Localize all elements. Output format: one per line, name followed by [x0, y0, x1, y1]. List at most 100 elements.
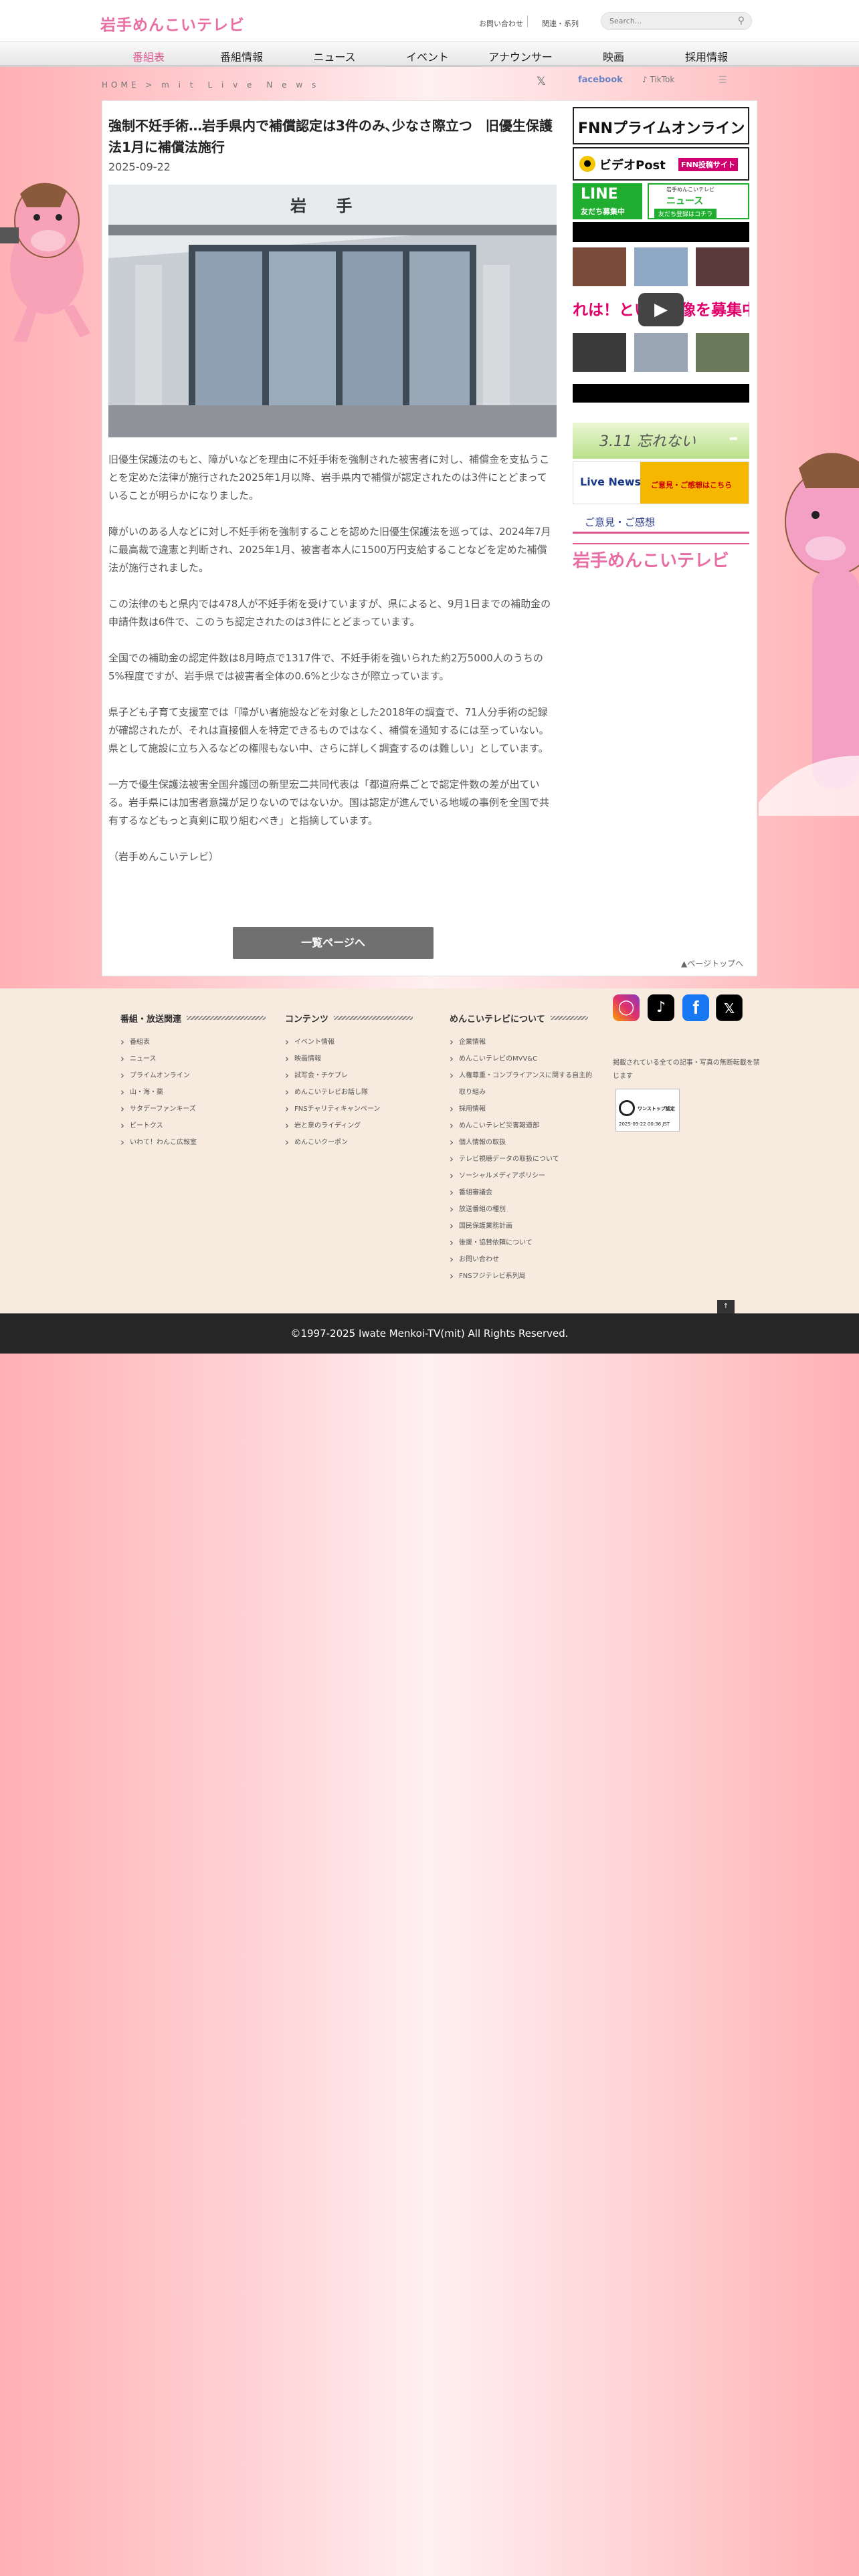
tiktok-icon[interactable]: ♪ — [648, 994, 674, 1021]
footer-link[interactable]: 採用情報 — [450, 1101, 594, 1117]
nav-item-news[interactable]: ニュース — [291, 48, 378, 64]
article-paragraph: 県子ども子育て支援室では「障がい者施設などを対象とした2018年の調査で、71人… — [108, 706, 549, 754]
video-post-banner[interactable]: ● ビデオPost FNN投稿サイト — [573, 147, 749, 181]
footer-column-title: コンテンツ — [285, 1010, 413, 1026]
horse-mascot-left — [0, 183, 90, 342]
footer-link[interactable]: いわて！わんこ広報室 — [120, 1134, 266, 1151]
line-sub: 友だち募集中 — [581, 207, 625, 216]
x-share-icon[interactable]: 𝕏 — [537, 75, 546, 88]
scroll-top-button[interactable]: ↑ — [717, 1300, 735, 1313]
article-title: 強制不妊手術…岩手県内で補償認定は3件のみ､少なさ際立つ 旧優生保護法1月に補償… — [108, 118, 553, 155]
live-news-banner[interactable]: Live News ご意見・ご感想はこちら — [573, 461, 749, 504]
fnn-banner[interactable]: FNNプライムオンライン — [573, 107, 749, 144]
divider — [527, 15, 528, 27]
footer-link[interactable]: ソーシャルメディアポリシー — [450, 1168, 594, 1184]
nav-item-movies[interactable]: 映画 — [570, 48, 657, 64]
fnn-banner-text: FNNプライムオンライン — [578, 120, 745, 137]
footer-column-contents: コンテンツ イベント情報 映画情報 試写会・チケプレ めんこいテレビお話し隊 F… — [285, 1010, 413, 1151]
footer-link[interactable]: めんこいテレビ災害報道部 — [450, 1117, 594, 1134]
footer-link[interactable]: ビートクス — [120, 1117, 266, 1134]
footer-link[interactable]: ニュース — [120, 1051, 266, 1067]
article-paragraph: 全国での補助金の認定件数は8月時点で1317件で、不妊手術を強いられた約2万50… — [108, 652, 543, 682]
footer-link[interactable]: 番組審議会 — [450, 1184, 594, 1201]
article-paragraph: 旧優生保護法のもと、障がいなどを理由に不妊手術を強制された被害者に対し、補償金を… — [108, 453, 550, 502]
sidebar-logo[interactable]: 岩手めんこいテレビ — [573, 543, 749, 568]
contact-link[interactable]: お問い合わせ — [479, 18, 523, 29]
footer-link[interactable]: プライムオンライン — [120, 1067, 266, 1084]
black-banner[interactable] — [573, 222, 749, 242]
facebook-share-link[interactable]: facebook — [578, 75, 623, 85]
footer-link[interactable]: 映画情報 — [285, 1051, 413, 1067]
line-news-caption: 岩手めんこいテレビ — [666, 187, 714, 193]
article-photo: 岩 手 — [108, 185, 557, 437]
black-banner-2[interactable] — [573, 384, 749, 403]
bookmark-icon[interactable]: ☰ — [719, 75, 727, 86]
footer-link[interactable]: めんこいテレビお話し隊 — [285, 1084, 413, 1101]
video-collage-banner[interactable]: れは！という映像を募集中 ▶ — [573, 247, 749, 380]
line-banner[interactable]: LINE 友だち募集中 岩手めんこいテレビ ニュース 友だち登録はコチラ — [573, 183, 749, 219]
footer-link[interactable]: 放送番組の種別 — [450, 1201, 594, 1218]
thumb-image — [696, 247, 749, 286]
x-icon[interactable]: 𝕏 — [716, 994, 743, 1021]
video-post-title: ビデオPost — [599, 158, 666, 173]
footer-link[interactable]: お問い合わせ — [450, 1251, 594, 1268]
footer-link[interactable]: めんこいテレビのMVV&C — [450, 1051, 594, 1067]
opinion-text: ご意見・ご感想 — [585, 516, 656, 528]
nav-item-recruit[interactable]: 採用情報 — [663, 48, 750, 64]
line-news-title: ニュース — [666, 196, 704, 207]
horse-mascot-right — [759, 453, 859, 816]
memorial-text: 3.11 忘れない — [599, 433, 696, 450]
footer-link[interactable]: 人権尊重・コンプライアンスに関する自主的取り組み — [450, 1067, 594, 1101]
certification-label: ワンストップ認定 — [638, 1106, 675, 1111]
footer-link[interactable]: 個人情報の取扱 — [450, 1134, 594, 1151]
site-logo[interactable]: 岩手めんこいテレビ — [100, 12, 245, 35]
article-paragraph: 一方で優生保護法被害全国弁護団の新里宏二共同代表は「都道府県ごとで認定件数の差が… — [108, 778, 549, 827]
article-credit: （岩手めんこいテレビ） — [108, 851, 219, 863]
opinion-link[interactable]: ご意見・ご感想 — [573, 510, 749, 534]
copyright-bar: ©1997-2025 Iwate Menkoi-TV(mit) All Righ… — [0, 1313, 859, 1354]
thumb-image — [634, 247, 688, 286]
nav-item-schedule[interactable]: 番組表 — [105, 48, 192, 64]
nav-item-programs[interactable]: 番組情報 — [198, 48, 285, 64]
thumb-image — [696, 333, 749, 372]
footer-link[interactable]: 試写会・チケプレ — [285, 1067, 413, 1084]
footer-link[interactable]: FNSフジテレビ系列局 — [450, 1268, 594, 1285]
footer-link[interactable]: 岩と泉のライディング — [285, 1117, 413, 1134]
footer-link[interactable]: 山・海・薬 — [120, 1084, 266, 1101]
footer-link[interactable]: 国民保護業務計画 — [450, 1218, 594, 1235]
article-paragraph: 障がいのある人などに対し不妊手術を強制することを認めた旧優生保護法を巡っては、2… — [108, 526, 551, 574]
thumb-image — [573, 247, 626, 286]
list-page-button[interactable]: 一覧ページへ — [233, 927, 434, 959]
live-news-title: Live News — [580, 475, 642, 488]
entrance-sign: 岩 手 — [290, 197, 365, 215]
footer-link[interactable]: 番組表 — [120, 1034, 266, 1051]
facebook-icon[interactable]: f — [682, 994, 709, 1021]
footer-column-about: めんこいテレビについて 企業情報 めんこいテレビのMVV&C 人権尊重・コンプラ… — [450, 1010, 594, 1285]
certification-badge[interactable]: ワンストップ認定 2025-09-22 00:36 JST — [615, 1089, 680, 1132]
video-post-subtitle: FNN投稿サイト — [678, 158, 738, 171]
footer-column-title: 番組・放送関連 — [120, 1010, 266, 1026]
top-bar: 岩手めんこいテレビ お問い合わせ 関連・系列 ⚲ — [0, 0, 859, 41]
footer-link[interactable]: めんこいクーポン — [285, 1134, 413, 1151]
footer-link[interactable]: テレビ視聴データの取扱について — [450, 1151, 594, 1168]
search-icon[interactable]: ⚲ — [738, 15, 745, 26]
footer-column-programs: 番組・放送関連 番組表 ニュース プライムオンライン 山・海・薬 サタデーファン… — [120, 1010, 266, 1151]
breadcrumb[interactable]: HOME > m i t L i v e N e w s — [102, 79, 319, 90]
nav-item-announcers[interactable]: アナウンサー — [477, 48, 564, 64]
footer-link[interactable]: FNSチャリティキャンペーン — [285, 1101, 413, 1117]
instagram-icon[interactable]: ◯ — [613, 994, 640, 1021]
footer-link[interactable]: 後援・協賛依頼について — [450, 1235, 594, 1251]
memorial-banner[interactable]: 3.11 忘れない ➦ — [573, 423, 749, 459]
tiktok-share-link[interactable]: ♪ TikTok — [642, 75, 674, 84]
footer-link[interactable]: サタデーファンキーズ — [120, 1101, 266, 1117]
affiliates-link[interactable]: 関連・系列 — [542, 18, 579, 29]
line-news-cta: 友だち登録はコチラ — [654, 209, 717, 219]
camera-icon: ● — [579, 156, 595, 172]
search-input[interactable] — [609, 15, 730, 27]
nav-item-events[interactable]: イベント — [384, 48, 471, 64]
copyright-notice: 掲載されている全ての記事・写真の無断転載を禁じます — [613, 1059, 760, 1080]
footer-link[interactable]: 企業情報 — [450, 1034, 594, 1051]
page-top-link[interactable]: ▲ページトップへ — [681, 958, 743, 969]
article-body: 旧優生保護法のもと、障がいなどを理由に不妊手術を強制された被害者に対し、補償金を… — [108, 451, 557, 884]
footer-link[interactable]: イベント情報 — [285, 1034, 413, 1051]
